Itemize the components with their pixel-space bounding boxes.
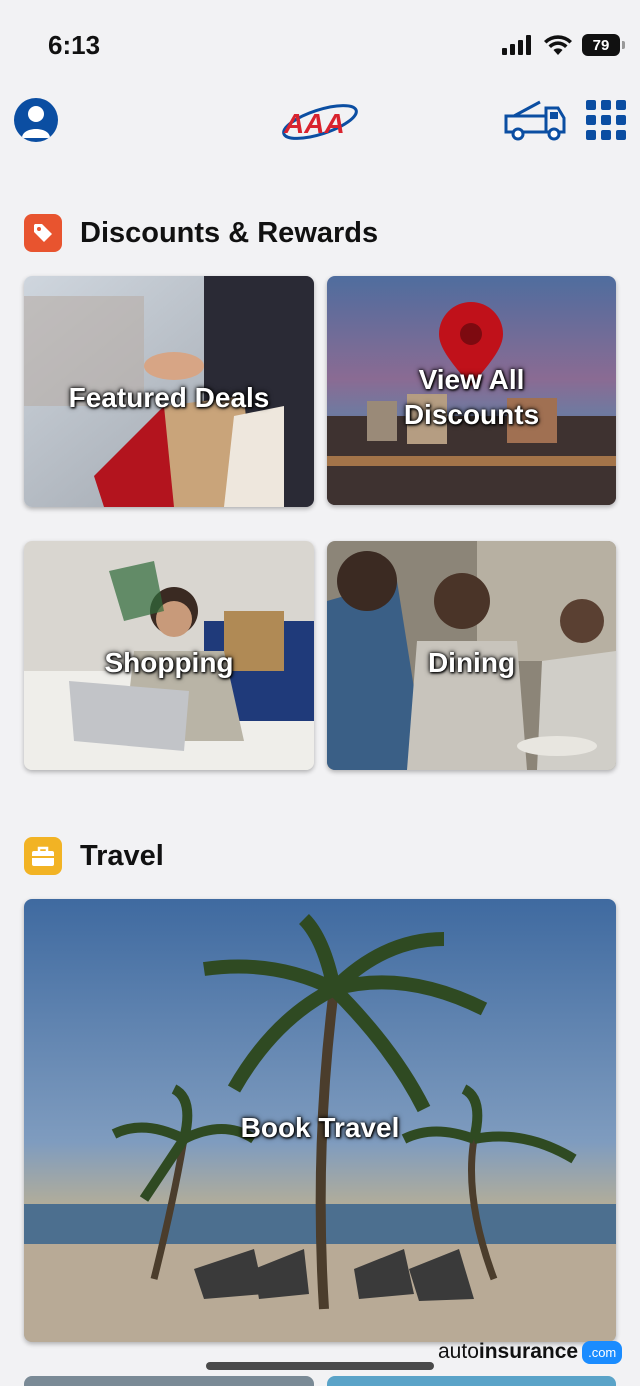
status-time: 6:13 [48,30,101,60]
status-icons: 79 [502,34,625,56]
grid-menu-icon[interactable] [586,100,626,140]
book-travel-tile[interactable]: Book Travel [24,899,616,1342]
profile-button[interactable] [14,98,58,142]
shopping-tile[interactable]: Shopping [24,541,314,770]
briefcase-icon [24,837,62,875]
status-bar: 6:13 79 [0,0,640,92]
next-tile-peek [327,1376,616,1386]
battery-icon: 79 [582,34,625,56]
price-tag-icon [24,214,62,252]
featured-deals-tile[interactable]: Featured Deals [24,276,314,507]
watermark-logo: auto insurance .com [438,1340,623,1364]
tile-label-line-1: View All [418,364,525,395]
next-tile-peek [24,1376,314,1386]
tile-label: Book Travel [240,1112,400,1143]
person-icon [22,106,50,138]
discounts-section-heading: Discounts & Rewards [24,214,378,252]
wifi-icon [544,35,572,55]
tile-label: Dining [427,647,516,678]
tile-label: Featured Deals [68,382,270,413]
aaa-logo[interactable]: AAA [278,98,362,148]
tile-label-line-2: Discounts [403,399,540,430]
cellular-signal-icon [502,35,531,55]
home-indicator [206,1362,434,1370]
tow-truck-icon[interactable] [504,98,566,142]
dining-tile[interactable]: Dining [327,541,616,770]
travel-section-heading: Travel [24,837,164,875]
svg-text:AAA: AAA [283,108,345,139]
tile-label: Shopping [104,647,234,678]
app-screen: 6:13 79 AAA Discounts & Rewards Featured… [0,0,640,1386]
section-title: Travel [80,839,164,872]
section-title: Discounts & Rewards [80,216,379,249]
app-header: AAA [0,92,640,152]
view-all-discounts-tile[interactable]: View All Discounts [327,276,616,505]
